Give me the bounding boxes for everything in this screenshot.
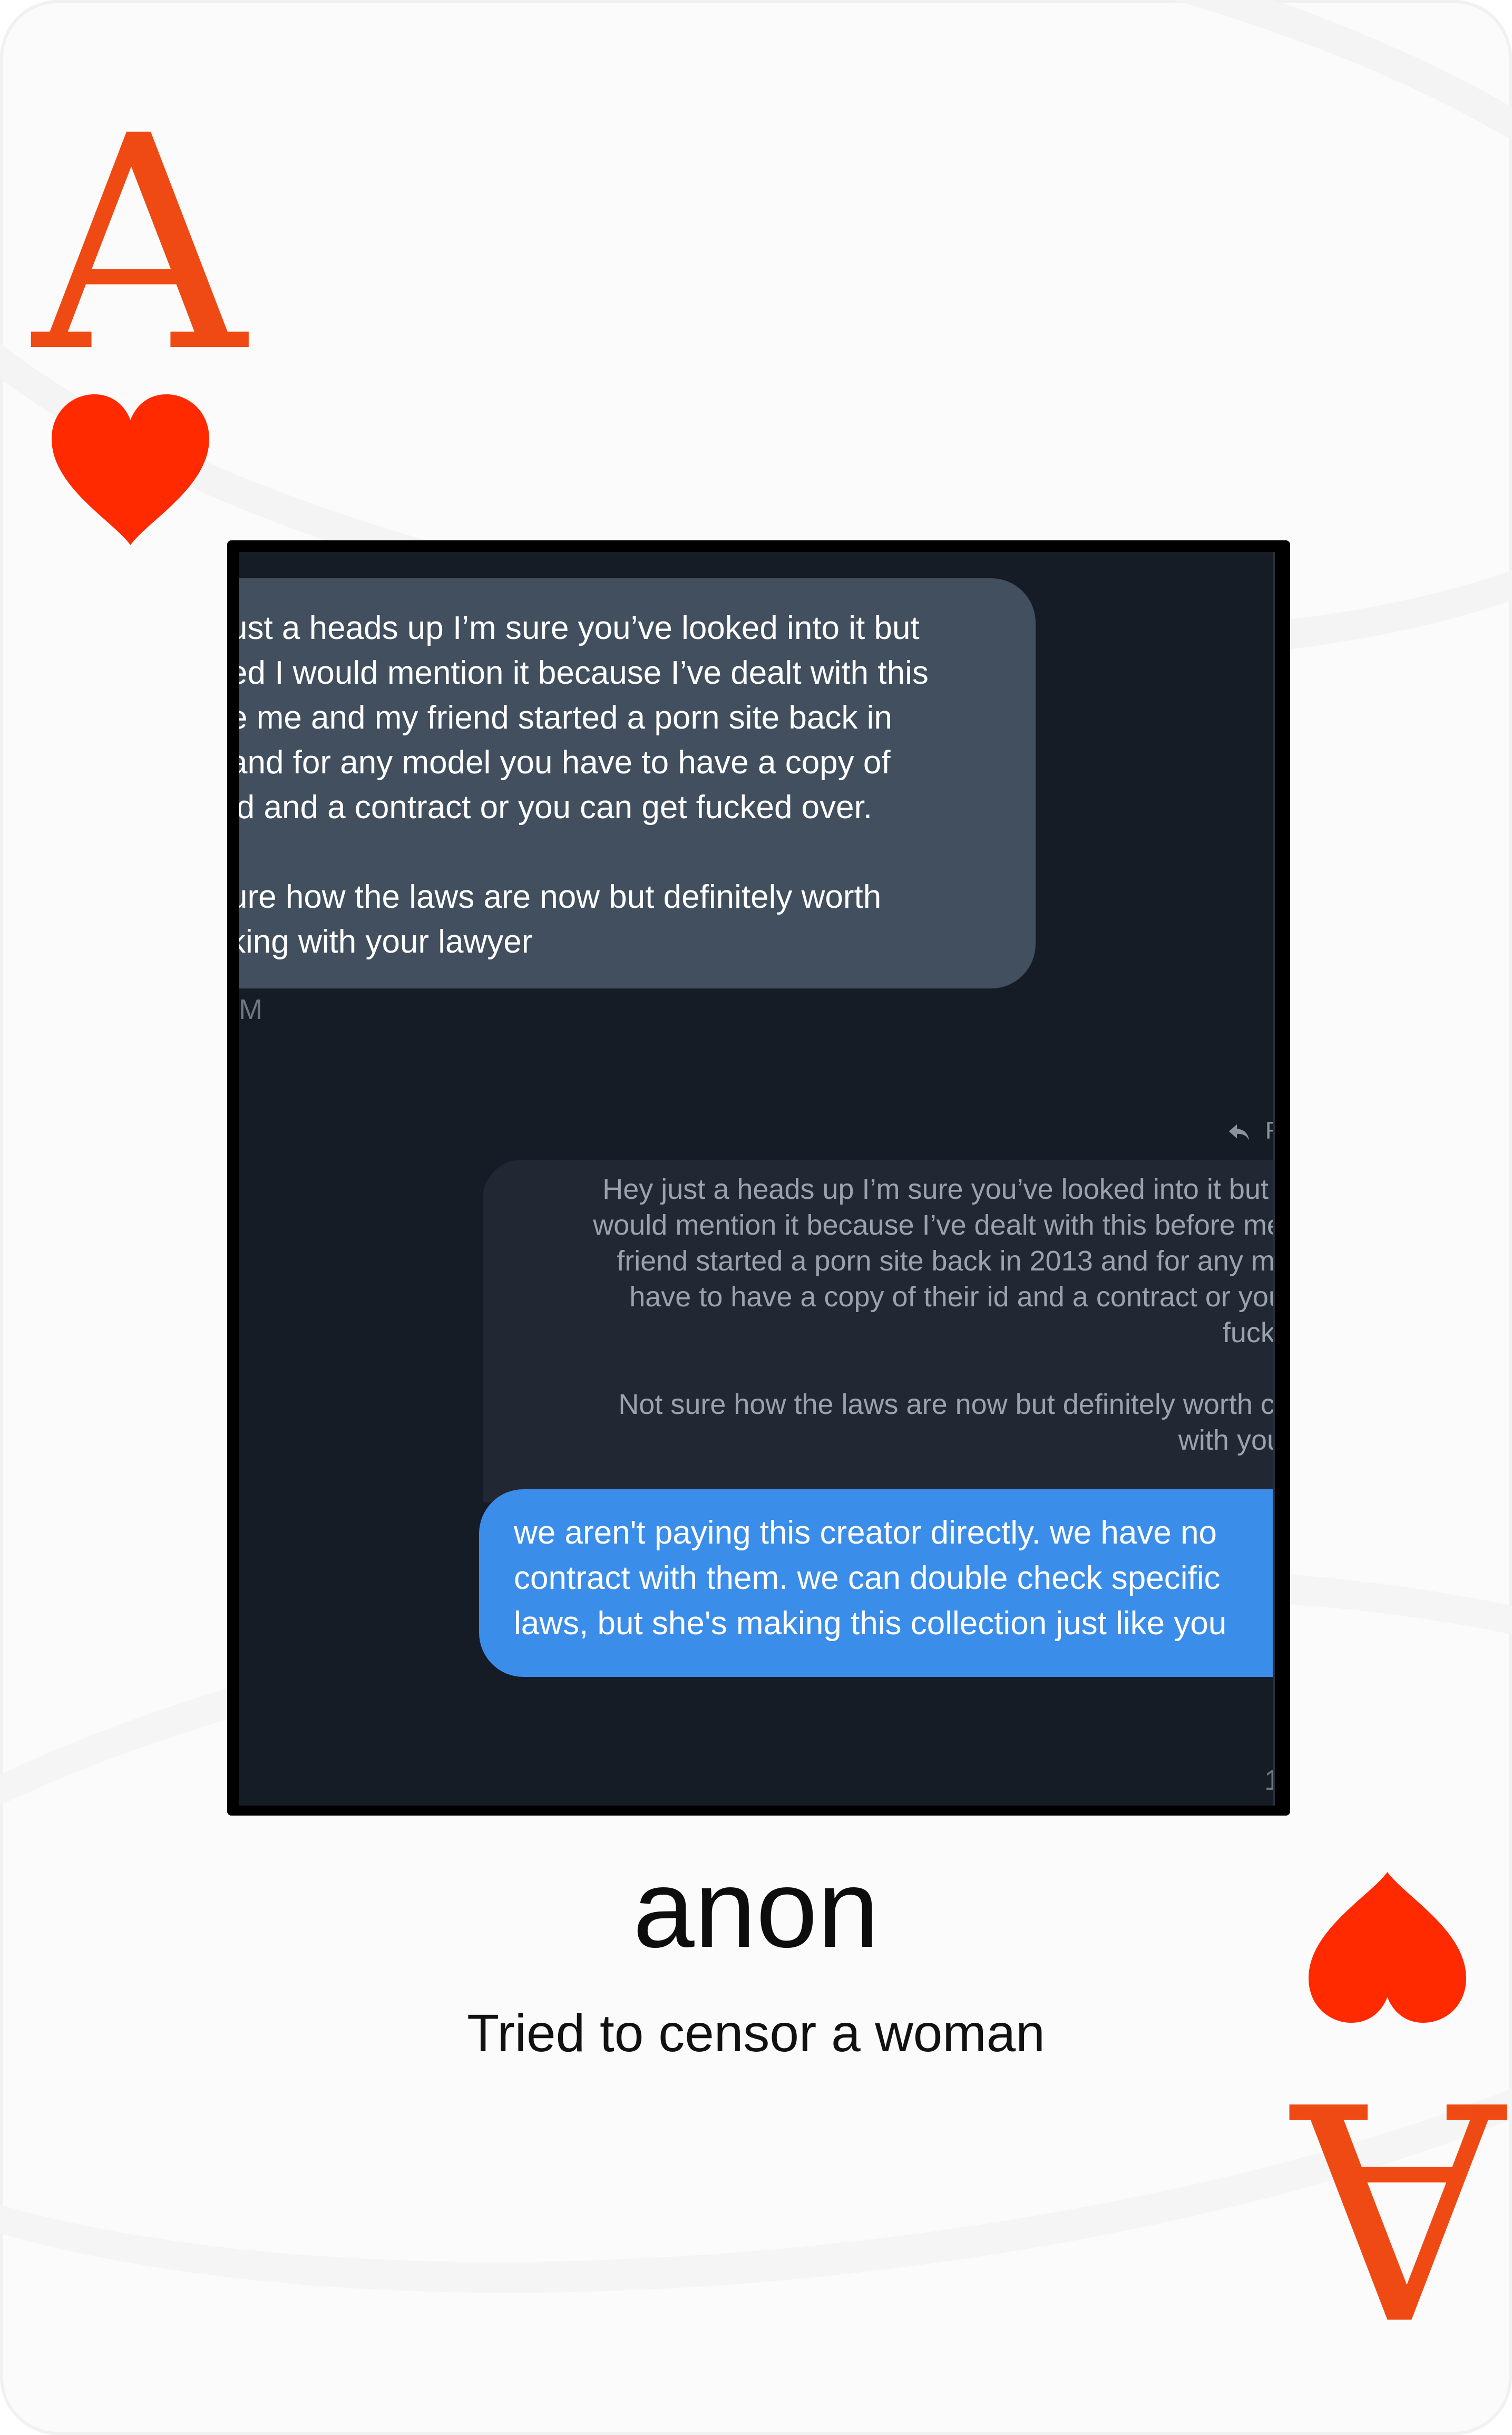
message-line: and for any model you have to have a cop… xyxy=(239,744,891,781)
chat-edge-divider xyxy=(1273,552,1275,1806)
sent-message-bubble: we aren't paying this creator directly. … xyxy=(479,1489,1275,1677)
message-line: ure how the laws are now but definitely … xyxy=(239,879,882,915)
quoted-line: with your l xyxy=(1178,1424,1275,1456)
heart-icon xyxy=(52,394,209,545)
message-line: ust a heads up I’m sure you’ve looked in… xyxy=(239,610,920,646)
message-screenshot: ust a heads up I’m sure you’ve looked in… xyxy=(227,540,1290,1816)
quoted-line: Not sure how the laws are now but defini… xyxy=(618,1389,1275,1420)
chat-view: ust a heads up I’m sure you’ve looked in… xyxy=(239,552,1275,1806)
quoted-line: fucked xyxy=(1222,1317,1275,1349)
card-caption: Tried to censor a woman xyxy=(467,2004,1045,2063)
heart-icon xyxy=(1309,1872,1466,2023)
card-title: anon xyxy=(632,1847,880,1971)
quoted-line: have to have a copy of their id and a co… xyxy=(629,1281,1275,1313)
message-line: ed I would mention it because I’ve dealt… xyxy=(239,655,929,691)
received-message-bubble: ust a heads up I’m sure you’ve looked in… xyxy=(239,578,1036,988)
quoted-message-text: Hey just a heads up I’m sure you’ve look… xyxy=(484,1171,1275,1458)
reply-arrow-icon xyxy=(1228,1124,1250,1141)
quoted-line xyxy=(484,1351,1275,1386)
quoted-line: Hey just a heads up I’m sure you’ve look… xyxy=(602,1173,1275,1205)
quoted-line: friend started a porn site back in 2013 … xyxy=(617,1245,1275,1277)
quoted-line: would mention it because I’ve dealt with… xyxy=(593,1209,1275,1241)
playing-card: A ust a heads up I’m sure you’ve looked … xyxy=(0,0,1512,2435)
received-timestamp: M xyxy=(239,994,262,1025)
message-line: king with your lawyer xyxy=(239,924,533,960)
card-rank-top: A xyxy=(33,73,246,417)
message-line: e me and my friend started a porn site b… xyxy=(239,700,892,736)
message-line: we aren't paying this creator directly. … xyxy=(514,1515,1217,1551)
card-rank-bottom: A xyxy=(1292,2034,1506,2378)
message-line: id and a contract or you can get fucked … xyxy=(239,789,873,826)
message-line: contract with them. we can double check … xyxy=(514,1560,1221,1596)
reply-indicator: R xyxy=(1227,1116,1275,1144)
message-line: laws, but she's making this collection j… xyxy=(514,1605,1227,1642)
message-line xyxy=(239,830,1036,875)
